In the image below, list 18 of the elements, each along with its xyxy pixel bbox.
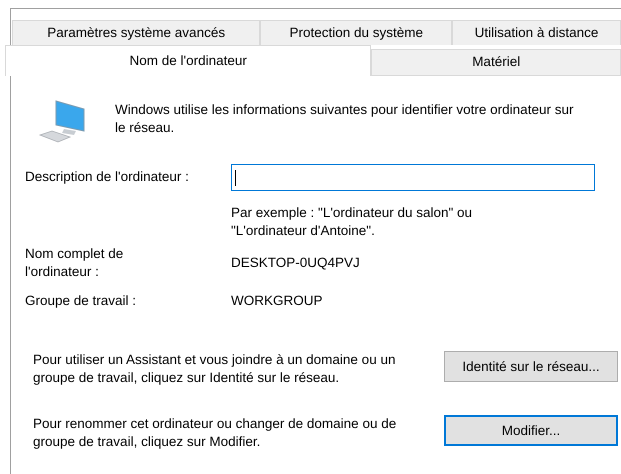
intro-text: Windows utilise les informations suivantes pour identifier votre ordinateur sur le réseau. [115,101,574,137]
tab[interactable]: Matériel [371,49,621,76]
text-cursor [235,170,236,186]
field-label: Nom complet de l'ordinateur : [25,245,124,281]
action-button[interactable]: Identité sur le réseau... [444,351,618,382]
field-label: Groupe de travail : [25,292,138,310]
action-button[interactable]: Modifier... [444,415,618,446]
description-field[interactable] [231,164,595,191]
tab[interactable]: Protection du système [260,20,452,45]
instruction-text: Pour renommer cet ordinateur ou changer de domaine ou de groupe de travail, cliquez sur Modifier. [33,415,398,452]
hint-text: Par exemple : "L'ordinateur du salon" ou "L'ordinateur d'Antoine". [231,204,474,240]
field-label: Description de l'ordinateur : [25,168,190,186]
tab[interactable]: Nom de l'ordinateur [5,45,372,76]
tab[interactable]: Paramètres système avancés [12,20,260,45]
instruction-text: Pour utiliser un Assistant et vous joindre à un domaine ou un groupe de travail, cliquez sur Identité sur le réseau. [33,351,396,388]
field-value: DESKTOP-0UQ4PVJ [231,254,360,272]
field-value: WORKGROUP [231,292,323,310]
tab[interactable]: Utilisation à distance [452,20,621,45]
